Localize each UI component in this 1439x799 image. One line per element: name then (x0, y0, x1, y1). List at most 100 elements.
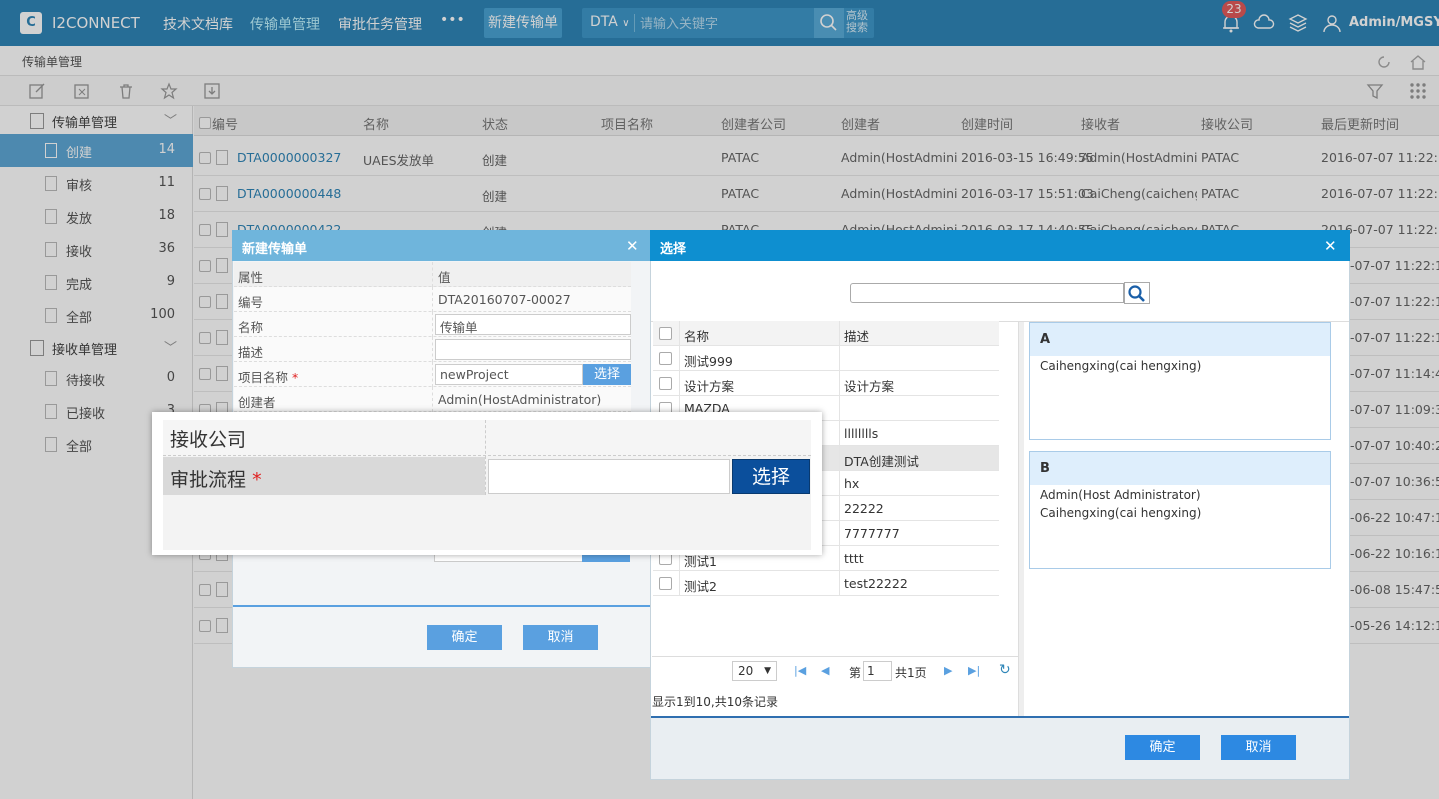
zoom-label-receiver-company: 接收公司 (170, 429, 247, 451)
divider (839, 496, 840, 521)
select-grid-header: 名称 描述 (653, 321, 999, 346)
select-search-input[interactable] (850, 283, 1124, 303)
prop-key: 编号 (238, 295, 264, 310)
item-desc: lllllllls (844, 426, 879, 441)
search-icon (1128, 285, 1145, 302)
dialog-title: 选择 (660, 242, 687, 257)
prop-value: Admin(HostAdministrator) (438, 392, 602, 407)
select-all-checkbox[interactable] (659, 327, 672, 340)
group-box-a[interactable]: A Caihengxing(cai hengxing) (1029, 322, 1331, 440)
col-attr: 属性 (238, 270, 264, 285)
approval-select-button[interactable]: 选择 (732, 459, 810, 494)
col-desc: 描述 (844, 329, 870, 344)
divider (839, 396, 840, 421)
approval-flow-input[interactable] (488, 459, 730, 494)
item-desc: 设计方案 (844, 379, 895, 394)
dialog-title-bar: 选择 (650, 230, 1350, 261)
group-box-b[interactable]: B Admin(Host Administrator) Caihengxing(… (1029, 451, 1331, 569)
list-item[interactable]: 测试2 test22222 (653, 571, 999, 596)
page-total: 共1页 (895, 666, 927, 680)
prop-row-number: 编号 DTA20160707-00027 (234, 287, 631, 312)
propgrid-header: 属性 值 (234, 262, 631, 287)
divider (839, 546, 840, 571)
description-input[interactable] (435, 339, 631, 360)
divider (839, 346, 840, 371)
divider (839, 421, 840, 446)
prop-value: DTA20160707-00027 (438, 292, 571, 307)
divider (839, 571, 840, 596)
project-input[interactable]: newProject (435, 364, 583, 385)
select-cancel-button[interactable]: 取消 (1221, 735, 1296, 760)
dialog-title-bar: 新建传输单 (232, 230, 652, 261)
group-box-title: A (1030, 323, 1330, 356)
item-name: 设计方案 (684, 379, 735, 394)
divider (432, 387, 433, 412)
page-size-value: 20 (738, 664, 754, 678)
prop-key: 创建者 (238, 395, 276, 410)
item-name: 测试2 (684, 579, 717, 594)
select-search-button[interactable] (1124, 282, 1150, 304)
name-input[interactable]: 传输单 (435, 314, 631, 335)
dropdown-arrow-icon: ▼ (764, 666, 771, 676)
prop-key: 名称 (238, 320, 264, 335)
row-checkbox[interactable] (659, 577, 672, 590)
row-checkbox[interactable] (659, 352, 672, 365)
prop-key: 描述 (238, 345, 264, 360)
divider (679, 571, 680, 596)
divider (432, 262, 433, 287)
pager (652, 656, 1018, 686)
item-desc: DTA创建测试 (844, 454, 919, 469)
divider (432, 337, 433, 362)
last-page-icon[interactable]: ▶| (968, 664, 980, 677)
zoom-label-approval: 审批流程 * (170, 465, 262, 492)
divider (839, 471, 840, 496)
divider (679, 371, 680, 396)
item-desc: tttt (844, 551, 864, 566)
page-size-select[interactable]: 20 ▼ (732, 661, 777, 681)
divider (233, 605, 651, 607)
divider (679, 346, 680, 371)
item-desc: 7777777 (844, 526, 900, 541)
required-mark: * (252, 469, 262, 491)
page-number-input[interactable]: 1 (863, 661, 892, 681)
close-icon[interactable]: ✕ (626, 237, 639, 255)
refresh-icon[interactable]: ↻ (999, 662, 1011, 678)
zoom-row-receiver-company (163, 420, 811, 456)
group-member: Caihengxing(cai hengxing) (1040, 359, 1202, 373)
project-select-button[interactable]: 选择 (583, 364, 631, 385)
group-member: Caihengxing(cai hengxing) (1040, 506, 1202, 520)
divider (839, 521, 840, 546)
divider (432, 312, 433, 337)
divider (839, 371, 840, 396)
divider (432, 362, 433, 387)
list-item[interactable]: 设计方案 设计方案 (653, 371, 999, 396)
item-desc: test22222 (844, 576, 908, 591)
col-name: 名称 (684, 329, 710, 344)
group-box-title: B (1030, 452, 1330, 485)
item-name: 测试999 (684, 354, 733, 369)
select-ok-button[interactable]: 确定 (1125, 735, 1200, 760)
prop-row-name: 名称 传输单 (234, 312, 631, 337)
divider (839, 321, 840, 346)
prop-row-creator: 创建者 Admin(HostAdministrator) (234, 387, 631, 412)
zoom-label-text: 审批流程 (170, 469, 247, 491)
prop-row-project: 项目名称 * newProject 选择 (234, 362, 631, 387)
item-desc: hx (844, 476, 860, 491)
dialog-ok-button[interactable]: 确定 (427, 625, 502, 650)
dialog-cancel-button[interactable]: 取消 (523, 625, 598, 650)
list-item[interactable]: 测试999 (653, 346, 999, 371)
item-desc: 22222 (844, 501, 884, 516)
first-page-icon[interactable]: |◀ (794, 664, 806, 677)
prev-page-icon[interactable]: ◀ (821, 664, 829, 677)
prop-key: 项目名称 * (238, 367, 298, 386)
next-page-icon[interactable]: ▶ (944, 664, 952, 677)
close-icon[interactable]: ✕ (1324, 237, 1337, 255)
divider (839, 446, 840, 471)
dialog-title: 新建传输单 (242, 242, 308, 257)
record-summary: 显示1到10,共10条记录 (652, 695, 778, 709)
scrollbar[interactable] (1018, 322, 1024, 717)
divider (485, 420, 486, 495)
row-checkbox[interactable] (659, 377, 672, 390)
page-prefix: 第 (849, 666, 862, 680)
required-mark: * (292, 370, 299, 385)
